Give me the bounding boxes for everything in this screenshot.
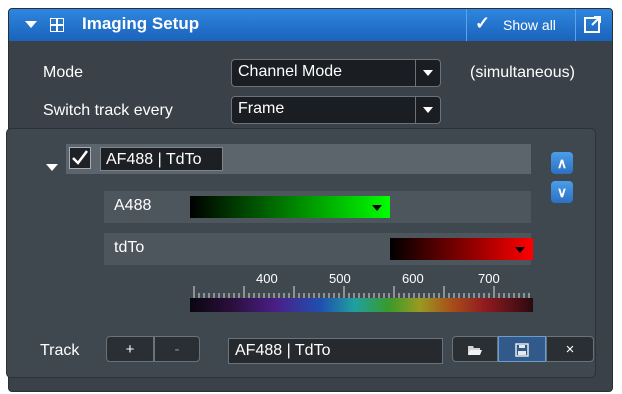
channel-color-bar-tdto[interactable] xyxy=(390,238,533,260)
channel-name-a488: A488 xyxy=(114,197,152,214)
collapse-triangle-icon[interactable] xyxy=(25,21,37,28)
remove-track-button[interactable]: - xyxy=(154,336,200,362)
add-track-button[interactable]: + xyxy=(106,336,154,362)
show-all-toggle[interactable]: Show all xyxy=(503,17,556,33)
spectrum-bar xyxy=(190,286,533,312)
channel-name-tdto: tdTo xyxy=(114,239,145,256)
floppy-disk-icon xyxy=(515,343,529,357)
checkmark-icon[interactable]: ✓ xyxy=(475,13,490,34)
chevron-down-icon xyxy=(415,60,440,86)
track-checkbox[interactable] xyxy=(69,147,91,169)
panel-header: Imaging Setup ✓ Show all xyxy=(9,9,612,41)
mode-label: Mode xyxy=(43,64,84,81)
dropdown-indicator-icon xyxy=(515,247,525,253)
grid-icon xyxy=(50,18,64,32)
save-track-button[interactable] xyxy=(498,336,546,362)
mode-value: Channel Mode xyxy=(238,63,343,80)
chevron-down-icon xyxy=(415,97,440,123)
mode-note: (simultaneous) xyxy=(470,64,575,81)
load-track-button[interactable] xyxy=(452,336,498,362)
track-name[interactable]: AF488 | TdTo xyxy=(100,147,223,171)
switch-track-dropdown[interactable]: Frame xyxy=(231,96,441,124)
dropdown-indicator-icon xyxy=(372,205,382,211)
switch-track-value: Frame xyxy=(238,100,285,117)
switch-track-label: Switch track every xyxy=(43,102,173,119)
folder-open-icon xyxy=(468,346,482,355)
header-divider xyxy=(575,9,576,41)
track-config-field[interactable]: AF488 | TdTo xyxy=(228,338,443,364)
delete-track-button[interactable]: × xyxy=(546,336,594,362)
checkbox-check-icon xyxy=(72,150,88,165)
popout-icon[interactable] xyxy=(584,15,602,33)
expand-triangle-icon[interactable] xyxy=(46,164,58,171)
header-divider xyxy=(466,9,467,41)
panel-title: Imaging Setup xyxy=(82,14,200,33)
track-label: Track xyxy=(40,342,80,359)
channel-color-bar-a488[interactable] xyxy=(190,196,390,218)
move-down-button[interactable]: ∨ xyxy=(551,181,573,203)
move-up-button[interactable]: ∧ xyxy=(551,152,573,174)
mode-dropdown[interactable]: Channel Mode xyxy=(231,59,441,87)
